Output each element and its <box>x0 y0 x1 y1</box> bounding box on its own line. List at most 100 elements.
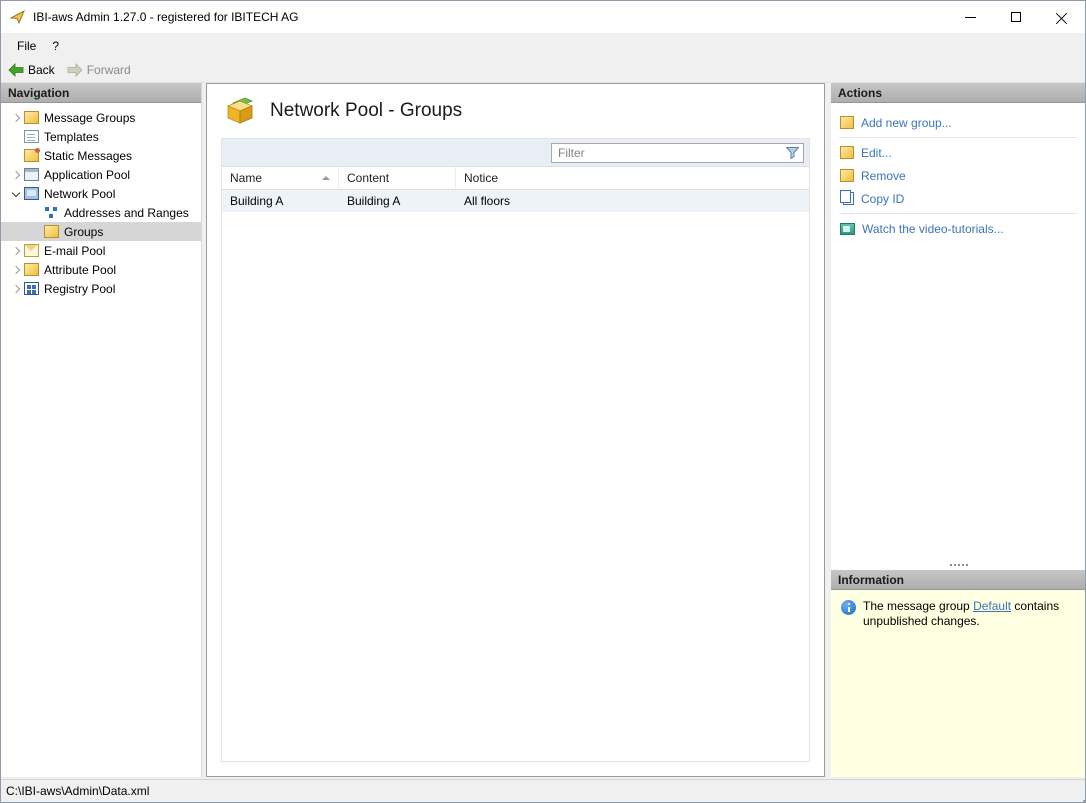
action-label: Watch the video-tutorials... <box>862 222 1004 236</box>
edit-group-icon <box>840 146 854 159</box>
splitter-grip[interactable] <box>958 564 960 566</box>
app-icon <box>10 9 26 25</box>
forward-label: Forward <box>87 63 131 77</box>
actions-panel: Add new group... Edit... Remove Copy ID <box>831 103 1085 570</box>
tree-item-label: Addresses and Ranges <box>64 206 189 220</box>
groups-table: Name Content Notice Building A Building … <box>221 138 810 762</box>
app-window: IBI-aws Admin 1.27.0 - registered for IB… <box>0 0 1086 803</box>
expander-spacer <box>29 206 43 220</box>
window-controls <box>947 1 1085 33</box>
tree-item-attribute-pool[interactable]: Attribute Pool <box>1 260 201 279</box>
column-header-notice[interactable]: Notice <box>456 167 809 189</box>
back-button[interactable]: Back <box>8 63 55 77</box>
tree-item-label: Application Pool <box>44 168 130 182</box>
tree-item-label: Attribute Pool <box>44 263 116 277</box>
information-text: The message group Default contains unpub… <box>863 599 1075 629</box>
tree-item-network-pool[interactable]: Network Pool <box>1 184 201 203</box>
menu-help[interactable]: ? <box>44 36 67 56</box>
tree-item-addresses-and-ranges[interactable]: Addresses and Ranges <box>1 203 201 222</box>
tree-item-label: Network Pool <box>44 187 115 201</box>
tree-item-groups[interactable]: Groups <box>1 222 201 241</box>
templates-icon <box>24 130 39 143</box>
back-label: Back <box>28 63 55 77</box>
info-text-before: The message group <box>863 599 973 613</box>
column-header-name[interactable]: Name <box>222 167 339 189</box>
action-add-new-group[interactable]: Add new group... <box>831 111 1085 134</box>
action-edit[interactable]: Edit... <box>831 141 1085 164</box>
info-icon <box>841 600 856 615</box>
actions-separator <box>839 137 1077 138</box>
action-label: Remove <box>861 169 906 183</box>
action-label: Add new group... <box>861 116 952 130</box>
chevron-right-icon[interactable] <box>9 168 23 182</box>
navigation-tree: Message Groups Templates Static Messages… <box>1 103 201 298</box>
page-title: Network Pool - Groups <box>270 100 462 122</box>
tree-item-static-messages[interactable]: Static Messages <box>1 146 201 165</box>
filter-funnel-icon[interactable] <box>786 147 799 159</box>
tree-item-label: E-mail Pool <box>44 244 105 258</box>
column-label: Content <box>347 171 389 185</box>
action-label: Copy ID <box>861 192 904 206</box>
chevron-right-icon[interactable] <box>9 282 23 296</box>
addresses-and-ranges-icon <box>44 206 59 219</box>
column-label: Name <box>230 171 262 185</box>
groups-icon <box>44 225 59 238</box>
default-group-link[interactable]: Default <box>973 599 1011 613</box>
navigation-panel: Navigation Message Groups Templates Stat… <box>1 83 202 777</box>
chevron-right-icon[interactable] <box>9 111 23 125</box>
remove-group-icon <box>840 169 854 182</box>
maximize-icon <box>1011 12 1021 22</box>
email-pool-icon <box>24 244 39 257</box>
table-row[interactable]: Building A Building A All floors <box>222 190 809 212</box>
filter-band <box>222 139 809 167</box>
expander-spacer <box>29 225 43 239</box>
cell-name: Building A <box>222 194 339 208</box>
filter-input[interactable] <box>551 143 804 163</box>
cell-notice: All floors <box>456 194 809 208</box>
add-group-icon <box>840 116 854 129</box>
cell-content: Building A <box>339 194 456 208</box>
filter-box <box>551 143 804 163</box>
video-tutorials-icon <box>840 223 855 235</box>
action-remove[interactable]: Remove <box>831 164 1085 187</box>
attribute-pool-icon <box>24 263 39 276</box>
navigation-header: Navigation <box>1 83 201 103</box>
workspace: Navigation Message Groups Templates Stat… <box>1 83 1085 779</box>
tree-item-registry-pool[interactable]: Registry Pool <box>1 279 201 298</box>
status-bar: C:\IBI-aws\Admin\Data.xml <box>1 779 1085 802</box>
tree-item-label: Static Messages <box>44 149 132 163</box>
chevron-down-icon[interactable] <box>9 187 23 201</box>
statusbar-path: C:\IBI-aws\Admin\Data.xml <box>6 784 149 798</box>
maximize-button[interactable] <box>993 1 1039 33</box>
action-copy-id[interactable]: Copy ID <box>831 187 1085 210</box>
right-panel: Actions Add new group... Edit... Remove <box>831 83 1085 777</box>
minimize-icon <box>965 17 976 18</box>
tree-item-label: Templates <box>44 130 99 144</box>
tree-item-templates[interactable]: Templates <box>1 127 201 146</box>
information-header: Information <box>831 570 1085 590</box>
action-watch-video-tutorials[interactable]: Watch the video-tutorials... <box>831 217 1085 240</box>
expander-spacer <box>9 149 23 163</box>
chevron-right-icon[interactable] <box>9 244 23 258</box>
resize-grip[interactable] <box>1079 796 1081 798</box>
minimize-button[interactable] <box>947 1 993 33</box>
information-panel: The message group Default contains unpub… <box>831 590 1085 777</box>
column-header-content[interactable]: Content <box>339 167 456 189</box>
tree-item-email-pool[interactable]: E-mail Pool <box>1 241 201 260</box>
menu-file[interactable]: File <box>9 36 44 56</box>
tree-item-application-pool[interactable]: Application Pool <box>1 165 201 184</box>
message-groups-icon <box>24 111 39 124</box>
network-pool-groups-icon <box>223 97 257 125</box>
action-label: Edit... <box>861 146 892 160</box>
menu-bar: File ? <box>1 33 1085 58</box>
close-button[interactable] <box>1039 1 1085 33</box>
actions-separator <box>839 213 1077 214</box>
forward-button[interactable]: Forward <box>67 63 131 77</box>
tool-bar: Back Forward <box>1 58 1085 83</box>
expander-spacer <box>9 130 23 144</box>
actions-header: Actions <box>831 83 1085 103</box>
tree-item-message-groups[interactable]: Message Groups <box>1 108 201 127</box>
chevron-right-icon[interactable] <box>9 263 23 277</box>
window-title: IBI-aws Admin 1.27.0 - registered for IB… <box>33 10 298 24</box>
column-label: Notice <box>464 171 498 185</box>
